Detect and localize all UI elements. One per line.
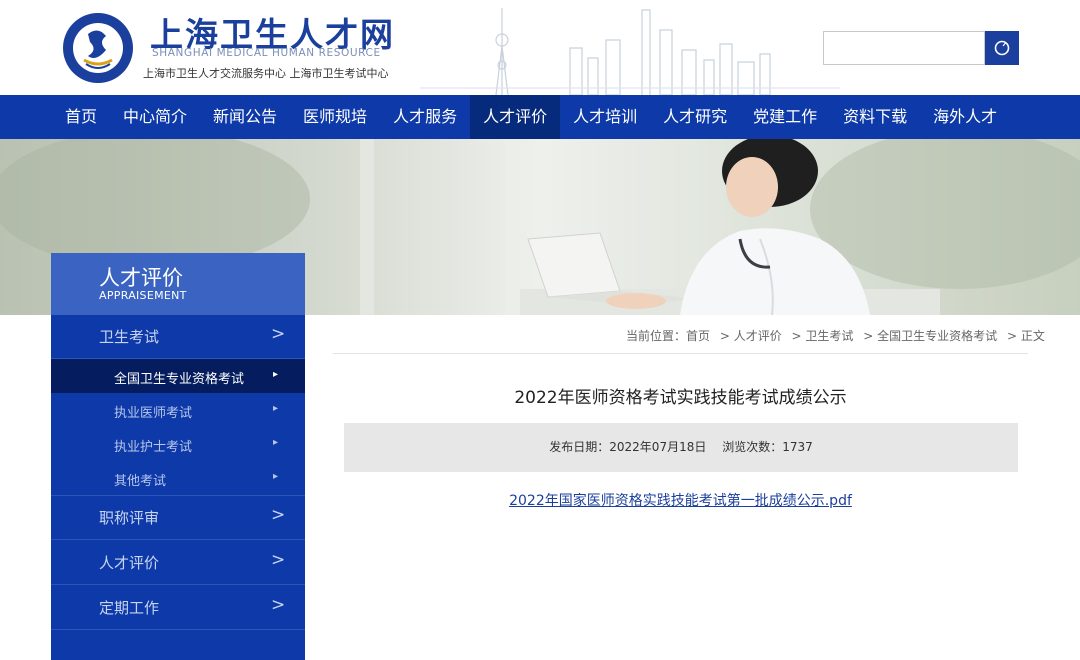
chevron-right-icon: > [271,505,286,525]
sidebar-item-talent-evaluation[interactable]: 人才评价 > [51,541,305,585]
search-icon [994,40,1010,56]
sidebar-item-label: 职称评审 [99,509,160,527]
breadcrumb-current: > 正文 [1006,329,1045,343]
nav-item-overseas[interactable]: 海外人才 [920,95,1010,139]
nav-item-training[interactable]: 人才培训 [560,95,650,139]
triangle-right-icon: ▸ [273,471,279,482]
nav-item-news[interactable]: 新闻公告 [200,95,290,139]
sidebar-item-label: 人才评价 [99,554,160,572]
nav-item-about[interactable]: 中心简介 [110,95,200,139]
skyline-illustration [420,8,840,95]
sidebar-subitem-label: 其他考试 [114,474,167,489]
article-meta: 发布日期：2022年07月18日 浏览次数：1737 [344,423,1018,472]
logo-emblem-icon[interactable] [62,12,134,84]
nav-item-talent-evaluation[interactable]: 人才评价 [470,95,561,139]
sidebar-title-english: APPRAISEMENT [99,289,187,302]
triangle-right-icon: ▸ [273,369,279,380]
chevron-right-icon: > [271,324,286,344]
main-nav: 首页 中心简介 新闻公告 医师规培 人才服务 人才评价 人才培训 人才研究 党建… [0,95,1080,139]
sidebar-item-title-review[interactable]: 职称评审 > [51,496,305,540]
nav-item-talent-service[interactable]: 人才服务 [380,95,470,139]
sidebar-item-periodic-work[interactable]: 定期工作 > [51,586,305,630]
nav-item-residency[interactable]: 医师规培 [290,95,380,139]
site-subtitle: 上海市卫生人才交流服务中心 上海市卫生考试中心 [143,67,389,80]
view-count: 浏览次数：1737 [722,440,813,454]
sidebar-subitem-label: 执业医师考试 [114,406,193,421]
article-title: 2022年医师资格考试实践技能考试成绩公示 [514,388,847,408]
breadcrumb: 当前位置：首页 > 人才评价 > 卫生考试 > 全国卫生专业资格考试 > 正文 [626,327,1051,344]
sidebar-item-health-exam[interactable]: 卫生考试 > [51,315,305,359]
breadcrumb-item[interactable]: > 卫生考试 [792,329,854,343]
sidebar-header: 人才评价 APPRAISEMENT [51,253,305,315]
site-header: 上海卫生人才网 SHANGHAI MEDICAL HUMAN RESOURCE … [0,0,1080,95]
breadcrumb-home[interactable]: 当前位置：首页 [626,329,710,343]
nav-item-downloads[interactable]: 资料下载 [830,95,920,139]
chevron-right-icon: > [271,550,286,570]
sidebar-subitem-nurse-exam[interactable]: 执业护士考试 ▸ [51,427,305,461]
search-button[interactable] [985,31,1019,65]
sidebar-item-label: 卫生考试 [99,328,160,346]
sidebar-subitem-physician-exam[interactable]: 执业医师考试 ▸ [51,393,305,427]
nav-item-research[interactable]: 人才研究 [650,95,740,139]
attachment-link[interactable]: 2022年国家医师资格实践技能考试第一批成绩公示.pdf [333,490,1028,510]
breadcrumb-item[interactable]: > 人才评价 [720,329,782,343]
chevron-right-icon: > [271,595,286,615]
sidebar-subitem-national-qualification[interactable]: 全国卫生专业资格考试 ▸ [51,359,305,393]
sidebar-item-label: 定期工作 [99,599,160,617]
sidebar-title: 人才评价 [99,266,183,290]
breadcrumb-item[interactable]: > 全国卫生专业资格考试 [863,329,997,343]
triangle-right-icon: ▸ [273,403,279,414]
sidebar-subitem-other-exam[interactable]: 其他考试 ▸ [51,461,305,496]
search-input[interactable] [823,31,985,65]
site-title-english: SHANGHAI MEDICAL HUMAN RESOURCE [152,47,381,59]
publish-date: 发布日期：2022年07月18日 [549,440,707,454]
triangle-right-icon: ▸ [273,437,279,448]
nav-item-home[interactable]: 首页 [52,95,110,139]
nav-item-party[interactable]: 党建工作 [740,95,830,139]
sidebar-subitem-label: 全国卫生专业资格考试 [114,372,245,387]
sidebar-subitem-label: 执业护士考试 [114,440,193,455]
divider [333,353,1028,354]
sidebar: 人才评价 APPRAISEMENT 卫生考试 > 全国卫生专业资格考试 ▸ 执业… [51,253,305,660]
